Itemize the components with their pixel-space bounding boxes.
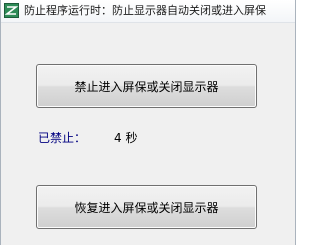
app-window: 防止程序运行时：防止显示器自动关闭或进入屏保 禁止进入屏保或关闭显示器 已禁止：…	[0, 0, 296, 245]
title-bar[interactable]: 防止程序运行时：防止显示器自动关闭或进入屏保	[1, 0, 295, 23]
disable-screensaver-button[interactable]: 禁止进入屏保或关闭显示器	[36, 64, 257, 108]
app-icon	[4, 3, 19, 18]
restore-screensaver-button[interactable]: 恢复进入屏保或关闭显示器	[36, 185, 257, 229]
elapsed-time-value: 4 秒	[114, 131, 138, 145]
window-title: 防止程序运行时：防止显示器自动关闭或进入屏保	[24, 4, 266, 17]
status-label: 已禁止：	[38, 131, 87, 145]
